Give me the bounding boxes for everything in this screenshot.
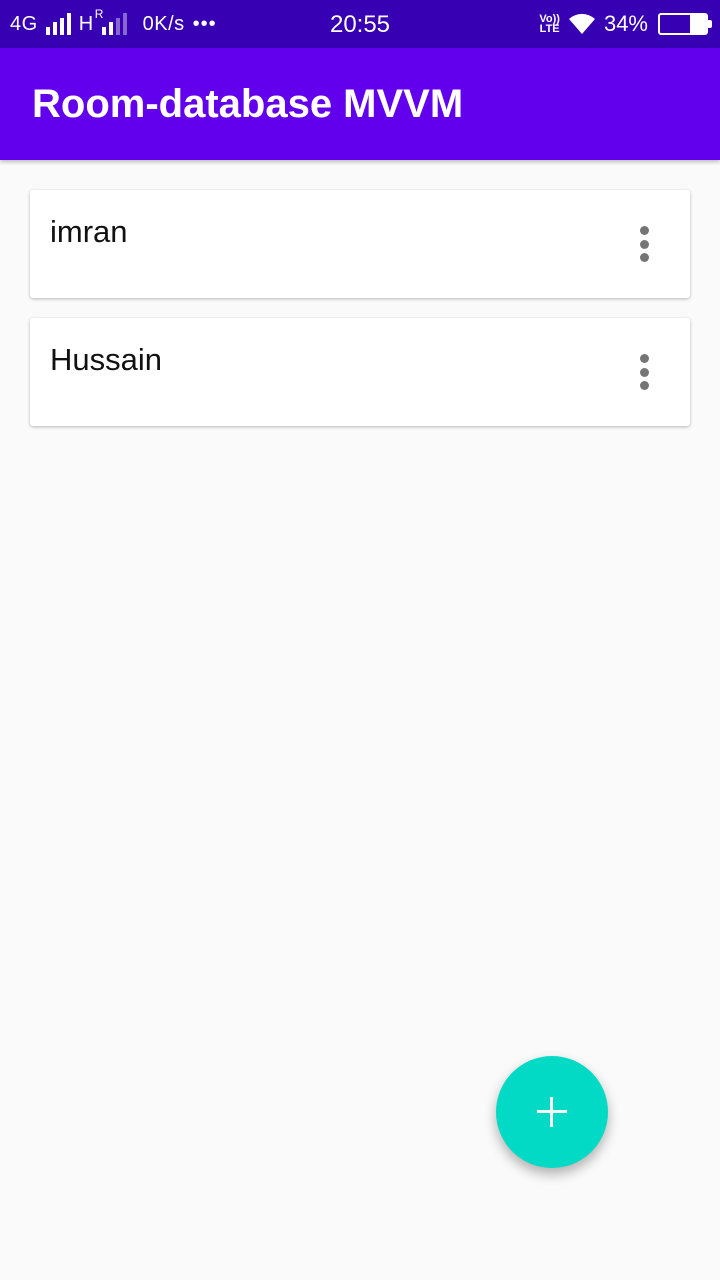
list-item-name: Hussain — [50, 342, 162, 377]
status-bar: 4G HR 0K/s ••• Vo)) LTE 34% 20:55 — [0, 0, 720, 48]
roaming-label: R — [94, 6, 104, 21]
status-left: 4G HR 0K/s ••• — [10, 7, 217, 36]
second-network-label: HR — [78, 7, 104, 36]
signal-strength-icon — [45, 13, 71, 35]
list-item-name: imran — [50, 214, 128, 249]
battery-icon — [658, 13, 712, 35]
battery-percent: 34% — [603, 11, 648, 36]
volte-bottom-label: LTE — [539, 23, 560, 35]
list-item[interactable]: Hussain — [30, 318, 690, 426]
app-title: Room-database MVVM — [32, 81, 464, 126]
plus-icon — [537, 1097, 567, 1127]
list-item[interactable]: imran — [30, 190, 690, 298]
status-right: Vo)) LTE 34% — [539, 11, 712, 37]
wifi-icon — [568, 13, 595, 34]
signal-strength-2-icon — [101, 13, 127, 35]
add-button[interactable] — [496, 1056, 608, 1168]
more-notifications-icon: ••• — [192, 12, 217, 35]
second-network-type: H — [78, 12, 94, 35]
volte-icon: Vo)) LTE — [539, 14, 560, 35]
data-speed: 0K/s — [142, 12, 185, 35]
app-bar: Room-database MVVM — [0, 48, 720, 160]
battery-level-fill — [690, 15, 706, 33]
user-list: imran Hussain — [30, 190, 690, 446]
more-vert-icon[interactable] — [636, 354, 652, 390]
more-vert-icon[interactable] — [636, 226, 652, 262]
network-type-label: 4G — [10, 12, 38, 35]
